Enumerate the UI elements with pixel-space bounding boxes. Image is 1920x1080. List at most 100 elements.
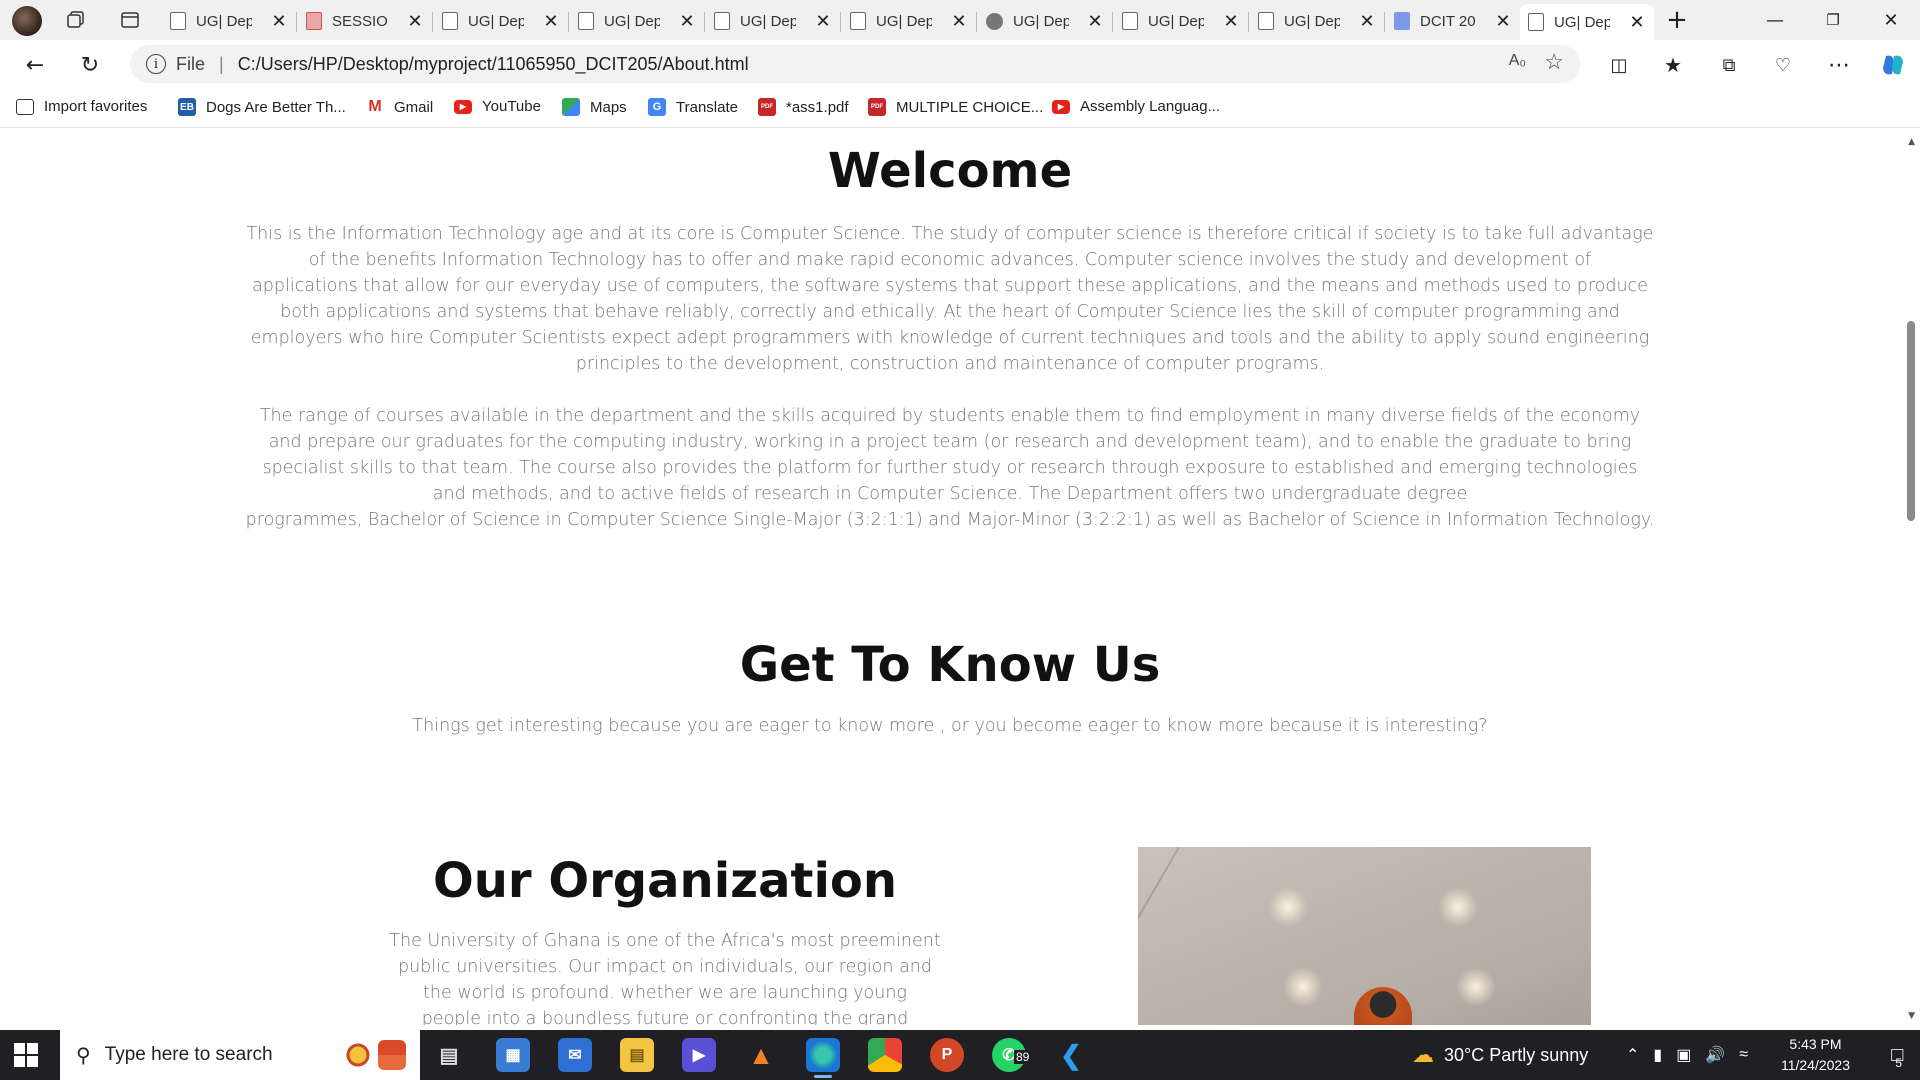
favorite-ass1-pdf[interactable]: PDF *ass1.pdf [758, 98, 849, 116]
close-tab-icon[interactable]: ✕ [406, 11, 424, 32]
import-icon [16, 98, 34, 115]
chevron-up-icon[interactable]: ⌃ [1626, 1045, 1639, 1065]
close-tab-icon[interactable]: ✕ [814, 11, 832, 32]
meet-now-icon[interactable]: ▣ [1676, 1045, 1691, 1065]
favorite-gmail[interactable]: M Gmail [366, 98, 433, 116]
address-bar[interactable]: i File | C:/Users/HP/Desktop/myproject/1… [130, 45, 1580, 83]
url-text[interactable]: C:/Users/HP/Desktop/myproject/11065950_D… [238, 54, 749, 75]
browser-tab[interactable]: UG| Dep ✕ [842, 4, 977, 38]
browser-essentials-icon[interactable]: ♡ [1768, 50, 1798, 80]
tab-label: UG| Dep [1554, 13, 1610, 31]
powerpoint-icon[interactable]: P [930, 1038, 964, 1072]
close-tab-icon[interactable]: ✕ [1628, 12, 1646, 33]
favorite-star-icon[interactable]: ☆ [1544, 49, 1564, 75]
chrome-icon[interactable] [868, 1038, 902, 1072]
volume-icon[interactable]: 🔊 [1705, 1045, 1725, 1065]
tab-label: SESSION [332, 12, 388, 30]
system-tray[interactable]: ⌃ ▮ ▣ 🔊 ≈ [1626, 1030, 1748, 1080]
vertical-scrollbar[interactable]: ▲ ▼ [1902, 129, 1920, 1025]
copilot-icon[interactable] [1878, 50, 1908, 80]
favorite-youtube[interactable]: ▶ YouTube [454, 98, 541, 115]
close-tab-icon[interactable]: ✕ [270, 11, 288, 32]
scrollbar-thumb[interactable] [1907, 321, 1915, 521]
battery-icon[interactable]: ▮ [1653, 1045, 1662, 1065]
tab-actions-icon[interactable] [118, 8, 142, 32]
start-button[interactable] [14, 1043, 38, 1067]
microsoft-store-icon[interactable]: ▦ [496, 1038, 530, 1072]
close-tab-icon[interactable]: ✕ [1086, 11, 1104, 32]
vlc-icon[interactable]: ▲ [744, 1038, 778, 1072]
pdf-icon [306, 12, 322, 30]
favorite-maps[interactable]: Maps [562, 98, 627, 116]
restore-button[interactable]: ❐ [1818, 6, 1848, 34]
edge-icon[interactable] [806, 1038, 840, 1078]
tab-separator [1384, 12, 1385, 32]
notifications-button[interactable]: □ 5 [1891, 1030, 1904, 1080]
favorite-assembly[interactable]: ▶ Assembly Languag... [1052, 98, 1220, 115]
browser-tab[interactable]: DCIT 20 ✕ [1386, 4, 1521, 38]
file-explorer-icon[interactable]: ▤ [620, 1038, 654, 1072]
text-line: the world is profound. whether we are la… [423, 983, 907, 1003]
favorite-translate[interactable]: G Translate [648, 98, 738, 116]
text-line: The range of courses available in the de… [259, 406, 1641, 426]
browser-tab[interactable]: UG| Dep ✕ [570, 4, 705, 38]
tab-label: UG| Dep [1148, 12, 1204, 30]
collections-icon[interactable]: ⧉ [1714, 50, 1744, 80]
close-tab-icon[interactable]: ✕ [1494, 11, 1512, 32]
page-icon [170, 12, 186, 30]
text-line: This is the Information Technology age a… [246, 224, 1654, 244]
scroll-up-arrow[interactable]: ▲ [1908, 137, 1915, 147]
favorite-multiple-choice[interactable]: PDF MULTIPLE CHOICE... [868, 98, 1043, 116]
close-tab-icon[interactable]: ✕ [678, 11, 696, 32]
back-button[interactable]: ← [20, 50, 50, 80]
new-tab-button[interactable]: + [1662, 5, 1692, 35]
image-detail [1354, 987, 1412, 1025]
vscode-icon[interactable]: ❮ [1054, 1038, 1088, 1072]
clock[interactable]: 5:43 PM 11/24/2023 [1781, 1034, 1850, 1076]
page-viewport[interactable]: Welcome This is the Information Technolo… [0, 129, 1920, 1025]
page-icon [850, 12, 866, 30]
url-divider: | [219, 53, 224, 74]
browser-tab[interactable]: UG| Dep ✕ [162, 4, 297, 38]
close-window-button[interactable]: ✕ [1876, 6, 1906, 34]
scroll-down-arrow[interactable]: ▼ [1908, 1011, 1915, 1021]
browser-tab[interactable]: UG| Dep ✕ [1250, 4, 1385, 38]
text-line: of the benefits Information Technology h… [308, 250, 1592, 270]
browser-tab[interactable]: UG| Dep ✕ [706, 4, 841, 38]
favorites-bar: Import favorites EB Dogs Are Better Th..… [0, 88, 1920, 128]
video-editor-icon[interactable]: ▶ [682, 1038, 716, 1072]
tab-label: UG| Dep [604, 12, 660, 30]
mail-icon[interactable]: ✉ [558, 1038, 592, 1072]
minimize-button[interactable]: — [1760, 6, 1790, 34]
close-tab-icon[interactable]: ✕ [542, 11, 560, 32]
favorite-dogs[interactable]: EB Dogs Are Better Th... [178, 98, 346, 116]
workspaces-icon[interactable] [64, 8, 88, 32]
favorite-label: Assembly Languag... [1080, 98, 1221, 115]
weather-widget[interactable]: ☁ 30°C Partly sunny [1412, 1030, 1588, 1080]
settings-more-icon[interactable]: ⋯ [1824, 50, 1854, 80]
profile-avatar[interactable] [12, 6, 42, 36]
taskbar-search[interactable]: ⚲ Type here to search [60, 1030, 420, 1080]
refresh-button[interactable]: ↻ [75, 50, 105, 80]
youtube-icon: ▶ [454, 99, 472, 114]
browser-tab[interactable]: UG| Dep ✕ [1520, 4, 1654, 40]
our-organization-text: The University of Ghana is one of the Af… [330, 928, 1000, 1025]
browser-tab[interactable]: SESSION ✕ [298, 4, 433, 38]
browser-tab[interactable]: UG| Dep ✕ [978, 4, 1113, 38]
split-screen-icon[interactable]: ◫ [1604, 50, 1634, 80]
wifi-icon[interactable]: ≈ [1739, 1046, 1748, 1064]
task-view-icon[interactable]: ▤ [432, 1038, 466, 1072]
info-icon[interactable]: i [146, 54, 166, 74]
close-tab-icon[interactable]: ✕ [950, 11, 968, 32]
image-detail [1138, 847, 1180, 987]
favorite-import[interactable]: Import favorites [16, 98, 147, 115]
favorites-icon[interactable]: ★ [1658, 50, 1688, 80]
read-aloud-icon[interactable]: A₀ [1509, 52, 1526, 70]
clock-time: 5:43 PM [1789, 1036, 1842, 1052]
close-tab-icon[interactable]: ✕ [1222, 11, 1240, 32]
favorite-label: MULTIPLE CHOICE... [896, 98, 1044, 116]
browser-tab[interactable]: UG| Dep ✕ [1114, 4, 1249, 38]
tab-label: UG| Dep [1284, 12, 1340, 30]
browser-tab[interactable]: UG| Dep ✕ [434, 4, 569, 38]
close-tab-icon[interactable]: ✕ [1358, 11, 1376, 32]
